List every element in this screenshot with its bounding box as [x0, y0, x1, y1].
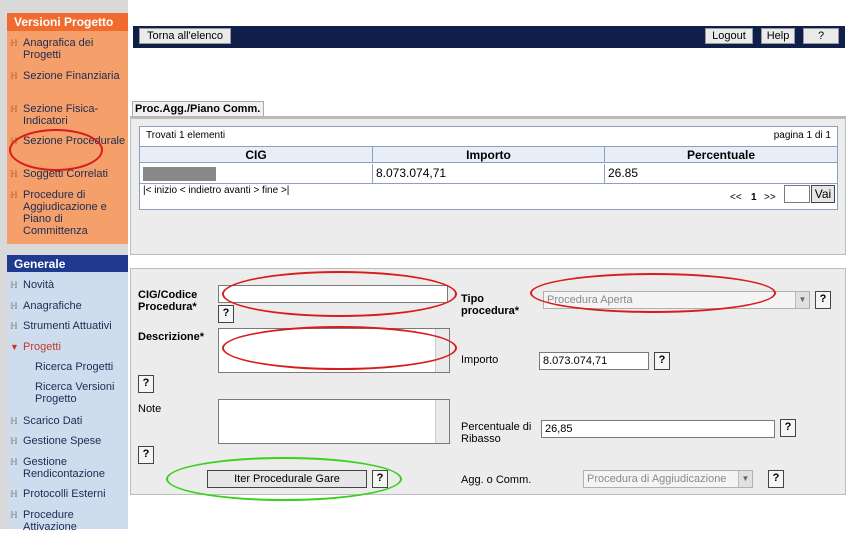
generale-panel: Generale ℍ Novità ℍ Anagrafiche ℍ Strumenti… — [7, 255, 128, 533]
descrizione-scrollbar[interactable] — [435, 329, 449, 372]
sidebar-item-anagrafiche[interactable]: ℍ Anagrafiche — [7, 300, 128, 312]
cig-input[interactable] — [218, 285, 448, 303]
note-scrollbar[interactable] — [435, 400, 449, 443]
bullet-icon: ℍ — [10, 190, 18, 200]
cig-help-button[interactable]: ? — [218, 305, 234, 323]
bullet-icon: ℍ — [10, 71, 18, 81]
table-cell-percentuale[interactable]: 26.85 — [605, 164, 837, 183]
logout-button[interactable]: Logout — [705, 28, 753, 44]
bullet-icon: ℍ — [10, 104, 18, 114]
sidebar-item-soggetti-correlati[interactable]: ℍ Soggetti Correlati — [7, 168, 128, 180]
note-help-button[interactable]: ? — [138, 446, 154, 464]
chevron-down-icon: ▼ — [738, 471, 752, 487]
chevron-down-icon: ▼ — [795, 292, 809, 308]
sidebar-item-sezione-finanziaria[interactable]: ℍ Sezione Finanziaria — [7, 70, 128, 82]
bullet-icon: ℍ — [10, 489, 18, 499]
results-grid: Trovati 1 elementi pagina 1 di 1 CIG Imp… — [139, 126, 838, 210]
importo-input[interactable]: 8.073.074,71 — [539, 352, 649, 370]
descrizione-help-button[interactable]: ? — [138, 375, 154, 393]
column-header-cig[interactable]: CIG — [140, 146, 373, 163]
agg-help-button[interactable]: ? — [768, 470, 784, 488]
bullet-icon: ℍ — [10, 510, 18, 520]
bullet-icon: ℍ — [10, 301, 18, 311]
ribasso-input[interactable]: 26,85 — [541, 420, 775, 438]
bullet-icon: ℍ — [10, 457, 18, 467]
tipo-help-button[interactable]: ? — [815, 291, 831, 309]
sidebar-item-protocolli-esterni[interactable]: ℍ Protocolli Esterni — [7, 488, 128, 500]
note-textarea[interactable] — [218, 399, 450, 444]
table-cell-importo[interactable]: 8.073.074,71 — [373, 164, 605, 183]
sidebar: Versioni Progetto ℍ Anagrafica dei Proget… — [0, 0, 128, 533]
pager-links[interactable]: |< inizio < indietro avanti > fine >| — [143, 185, 289, 196]
tab-proc-agg[interactable]: Proc.Agg./Piano Comm. — [132, 101, 264, 117]
tipo-procedura-label: Tipo procedura* — [461, 293, 520, 317]
iter-help-button[interactable]: ? — [372, 470, 388, 488]
descrizione-textarea[interactable] — [218, 328, 450, 373]
bullet-icon: ℍ — [10, 169, 18, 179]
bullet-icon: ℍ — [10, 136, 18, 146]
sidebar-item-strumenti-attuativi[interactable]: ℍ Strumenti Attuativi — [7, 320, 128, 332]
table-cell-cig[interactable] — [140, 164, 373, 183]
descrizione-label: Descrizione* — [138, 331, 205, 343]
page-number-input[interactable] — [784, 185, 810, 203]
sidebar-item-scarico-dati[interactable]: ℍ Scarico Dati — [7, 415, 128, 427]
sidebar-item-progetti[interactable]: ▼ Progetti — [7, 341, 128, 353]
sidebar-item-ricerca-progetti[interactable]: Ricerca Progetti — [35, 361, 113, 373]
agg-comm-select[interactable]: Procedura di Aggiudicazione ▼ — [583, 470, 753, 488]
row-divider — [140, 183, 837, 184]
triangle-down-icon: ▼ — [10, 342, 19, 352]
page-info: pagina 1 di 1 — [773, 130, 831, 141]
sidebar-item-gestione-spese[interactable]: ℍ Gestione Spese — [7, 435, 128, 447]
agg-comm-label: Agg. o Comm. — [461, 474, 532, 486]
sidebar-item-novita[interactable]: ℍ Novità — [7, 279, 128, 291]
column-header-importo[interactable]: Importo — [373, 146, 605, 163]
importo-help-button[interactable]: ? — [654, 352, 670, 370]
bullet-icon: ℍ — [10, 416, 18, 426]
sidebar-item-gestione-rendicontazione[interactable]: ℍ Gestione Rendicontazione — [7, 456, 128, 480]
bullet-icon: ℍ — [10, 280, 18, 290]
page-nav-prev[interactable]: << — [730, 192, 742, 203]
versioni-progetto-panel: Versioni Progetto ℍ Anagrafica dei Proget… — [7, 13, 128, 244]
sidebar-item-anagrafica-progetti[interactable]: ℍ Anagrafica dei Progetti — [7, 37, 128, 61]
versioni-progetto-title: Versioni Progetto — [7, 13, 128, 31]
page-nav-current[interactable]: 1 — [751, 192, 757, 203]
redacted-cig — [143, 167, 216, 181]
bullet-icon: ℍ — [10, 321, 18, 331]
bullet-icon: ℍ — [10, 38, 18, 48]
sidebar-item-procedure-attivazione[interactable]: ℍ Procedure Attivazione — [7, 509, 128, 533]
page-nav-next[interactable]: >> — [764, 192, 776, 203]
sidebar-item-sezione-procedurale[interactable]: ℍ Sezione Procedurale — [7, 135, 128, 147]
ribasso-help-button[interactable]: ? — [780, 419, 796, 437]
generale-title: Generale — [7, 255, 128, 272]
top-toolbar: Torna all'elenco Logout Help ? — [133, 26, 845, 48]
ribasso-label: Percentuale di Ribasso — [461, 421, 532, 445]
bullet-icon: ℍ — [10, 436, 18, 446]
help-button[interactable]: Help — [761, 28, 795, 44]
sidebar-item-sezione-fisica[interactable]: ℍ Sezione Fisica-Indicatori — [7, 103, 128, 127]
importo-label: Importo — [461, 354, 499, 366]
column-header-percentuale[interactable]: Percentuale — [605, 146, 837, 163]
iter-procedurale-gare-button[interactable]: Iter Procedurale Gare — [207, 470, 367, 488]
question-button[interactable]: ? — [803, 28, 839, 44]
found-count: Trovati 1 elementi — [146, 130, 226, 141]
sidebar-item-ricerca-versioni[interactable]: Ricerca Versioni Progetto — [35, 381, 125, 405]
tipo-procedura-select[interactable]: Procedura Aperta ▼ — [543, 291, 810, 309]
note-label: Note — [138, 403, 162, 415]
vai-button[interactable]: Vai — [811, 185, 835, 203]
torna-elenco-button[interactable]: Torna all'elenco — [139, 28, 231, 44]
cig-label: CIG/Codice Procedura* — [138, 289, 198, 313]
sidebar-item-procedure-aggiudicazione[interactable]: ℍ Procedure di Aggiudicazione e Piano di … — [7, 189, 128, 237]
